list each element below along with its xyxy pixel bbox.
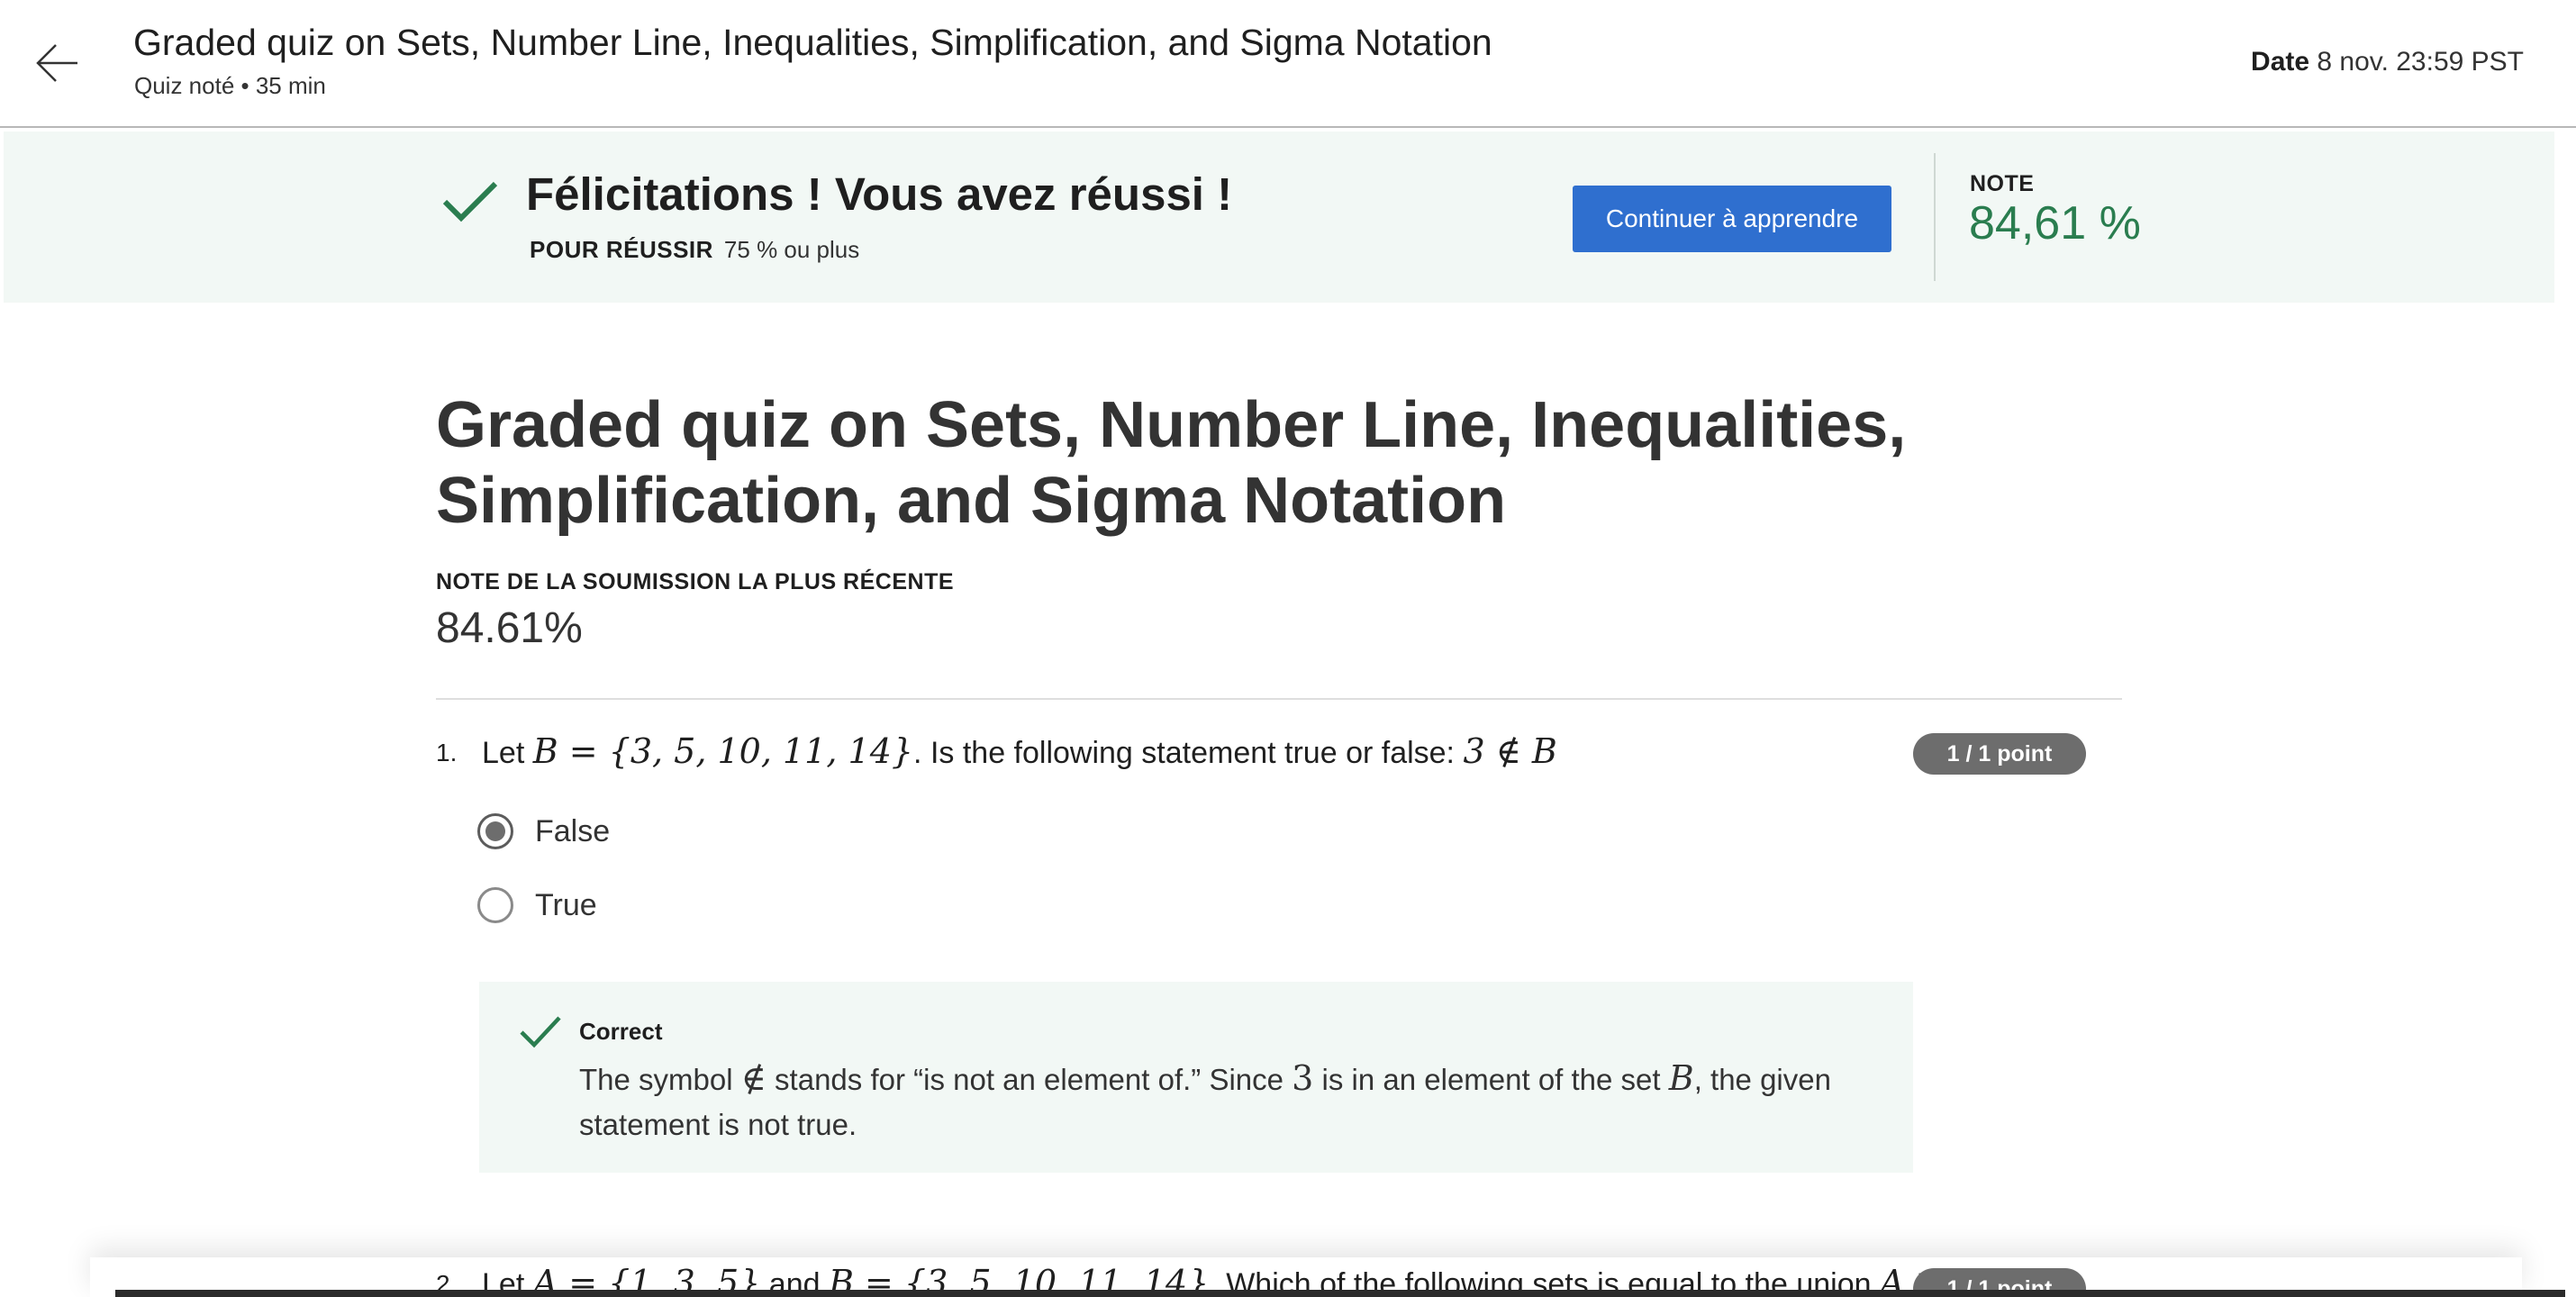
math-set-name: B [1668, 1058, 1694, 1098]
header-title: Graded quiz on Sets, Number Line, Inequa… [133, 22, 1492, 63]
answer-option-false[interactable]: False [477, 811, 610, 852]
grade-label: NOTE [1970, 171, 2035, 196]
radio-button-selected[interactable] [477, 813, 513, 849]
recent-submission-label: NOTE DE LA SOUMISSION LA PLUS RÉCENTE [436, 569, 955, 594]
option-label: True [535, 887, 597, 922]
question-number: 1. [436, 739, 458, 766]
pass-label: POUR RÉUSSIR [530, 236, 713, 263]
divider [436, 698, 2122, 700]
due-date: Date 8 nov. 23:59 PST [2251, 47, 2524, 77]
back-button[interactable] [32, 36, 83, 90]
top-header: Graded quiz on Sets, Number Line, Inequa… [0, 0, 2576, 128]
pass-value: 75 % ou plus [723, 236, 860, 263]
math-statement: 3 ∉ B [1463, 731, 1557, 771]
math-symbol: ∉ [740, 1058, 766, 1098]
feedback-text: stands for “is not an element of.” Since [766, 1063, 1293, 1096]
question-text-prefix: Let [482, 736, 533, 770]
feedback-panel: Correct The symbol ∉ stands for “is not … [479, 982, 1913, 1173]
due-date-label: Date [2251, 47, 2310, 77]
recent-submission-value: 84.61% [436, 604, 583, 652]
question-text: Let B = {3, 5, 10, 11, 14}. Is the follo… [482, 731, 1557, 771]
math-set: B = {3, 5, 10, 11, 14} [532, 731, 914, 771]
points-badge: 1 / 1 point [1913, 733, 2086, 775]
page-title: Graded quiz on Sets, Number Line, Inequa… [436, 389, 1907, 537]
banner-title: Félicitations ! Vous avez réussi ! [526, 168, 1233, 220]
continue-learning-button[interactable]: Continuer à apprendre [1573, 186, 1891, 252]
radio-dot [485, 821, 505, 841]
answer-option-true[interactable]: True [477, 884, 597, 926]
option-label: False [535, 813, 611, 848]
grade-value: 84,61 % [1969, 197, 2141, 249]
success-banner: Félicitations ! Vous avez réussi ! POUR … [4, 132, 2554, 303]
bottom-edge [115, 1290, 2565, 1297]
feedback-text: The symbol [579, 1063, 741, 1096]
checkmark-icon [520, 1016, 561, 1048]
math-number: 3 [1292, 1058, 1314, 1098]
radio-button[interactable] [477, 887, 513, 923]
banner-divider [1934, 153, 1936, 281]
feedback-body: The symbol ∉ stands for “is not an eleme… [579, 1056, 1876, 1147]
arrow-left-icon [36, 44, 77, 82]
header-subtitle: Quiz noté • 35 min [134, 72, 326, 99]
pass-requirement: POUR RÉUSSIR 75 % ou plus [530, 236, 859, 264]
checkmark-icon [442, 181, 498, 222]
feedback-text: is in an element of the set [1313, 1063, 1669, 1096]
due-date-value: 8 nov. 23:59 PST [2317, 47, 2524, 77]
feedback-title: Correct [579, 1018, 663, 1045]
question-text-middle: . Is the following statement true or fal… [913, 736, 1464, 770]
